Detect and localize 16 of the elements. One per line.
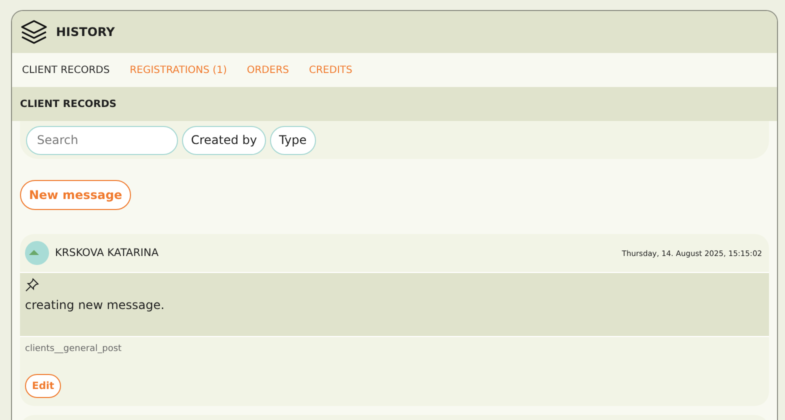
- filter-button[interactable]: Created by: [182, 126, 266, 154]
- message-category: clients__general_post: [24, 343, 123, 354]
- new-message-button[interactable]: New message: [20, 180, 132, 210]
- edit-button[interactable]: Edit: [25, 374, 62, 398]
- section-title: CLIENT RECORDS: [20, 98, 117, 110]
- message-text: creating new message.: [25, 298, 166, 312]
- layers-icon: [20, 19, 48, 45]
- search-field[interactable]: Search: [26, 126, 178, 154]
- pin-icon[interactable]: [25, 278, 39, 292]
- author-name: KRSKOVA KATARINA: [55, 247, 159, 259]
- avatar-icon: [25, 241, 49, 265]
- tab[interactable]: ORDERS: [236, 53, 299, 87]
- window-title: HISTORY: [56, 25, 115, 39]
- tab[interactable]: CREDITS: [299, 53, 362, 87]
- tab[interactable]: REGISTRATIONS (1): [120, 53, 237, 87]
- filter-button[interactable]: Type: [270, 126, 316, 154]
